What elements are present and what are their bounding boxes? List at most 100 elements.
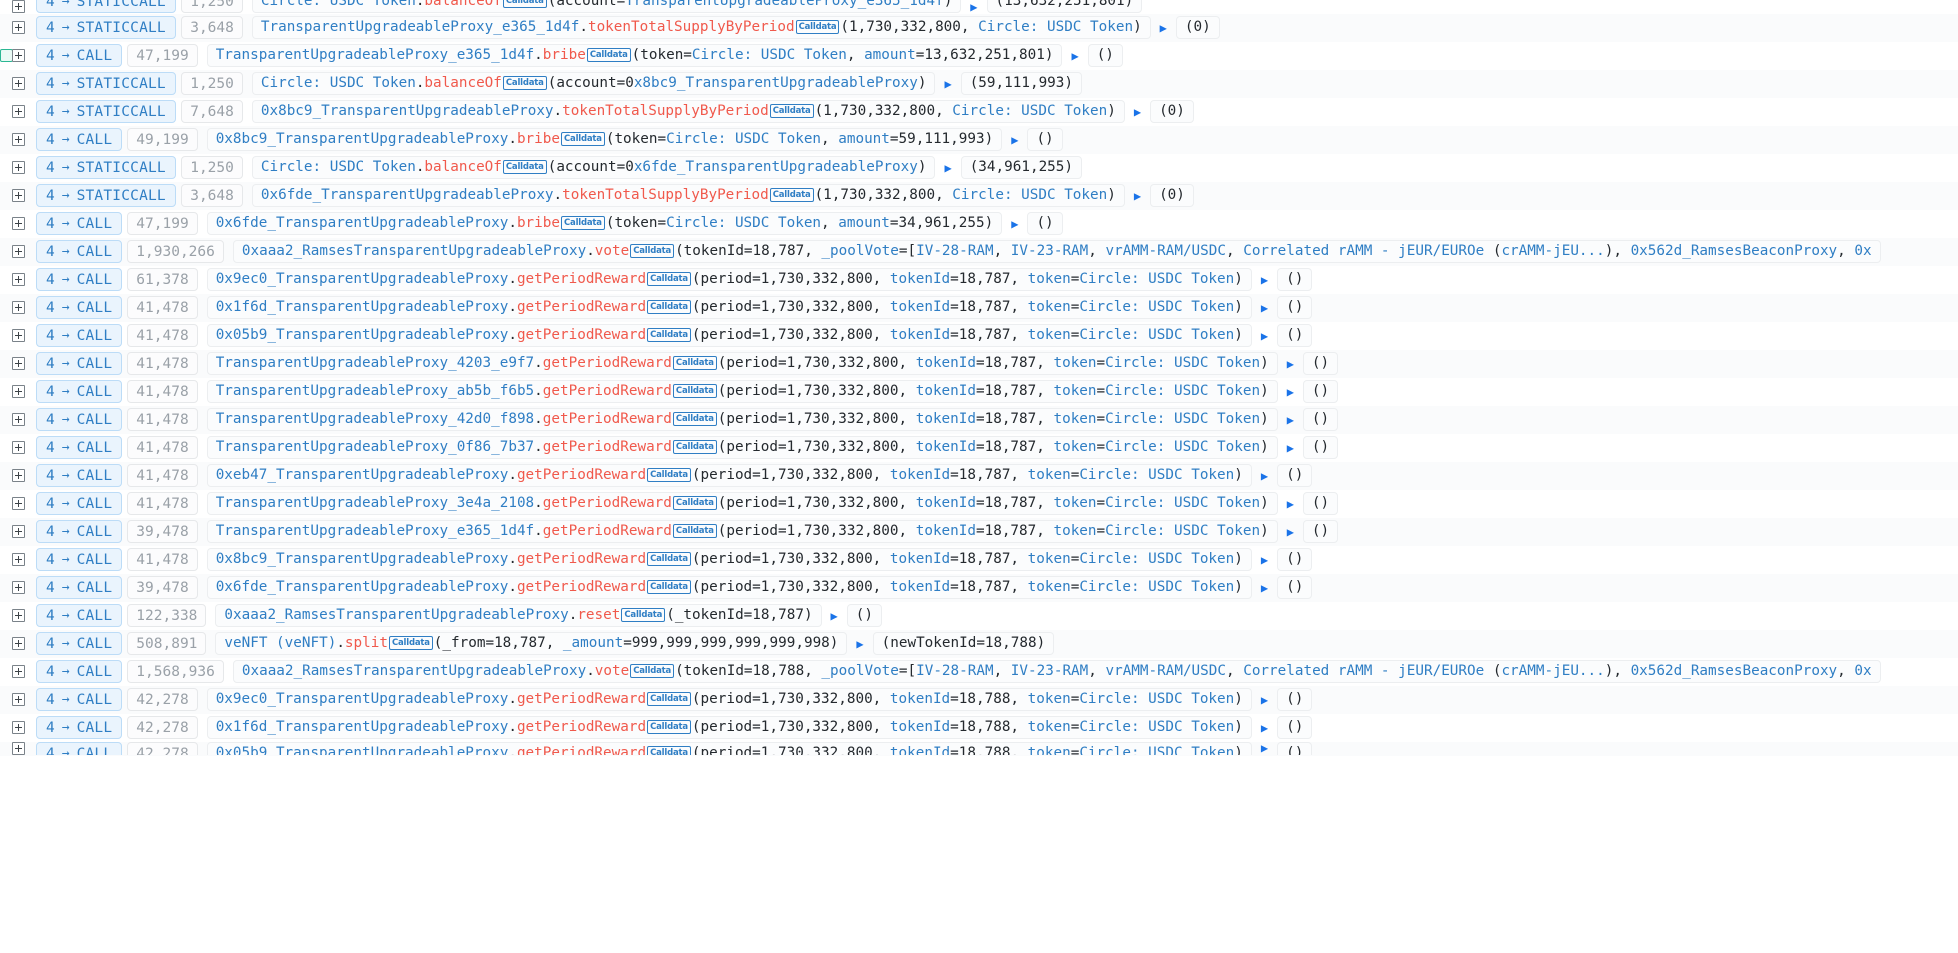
contract-name[interactable]: 0x1f6d_TransparentUpgradeableProxy	[216, 298, 509, 317]
return-value[interactable]: ()	[1277, 548, 1313, 571]
return-arrow-icon[interactable]: ▶	[944, 162, 951, 174]
call-expression[interactable]: 0x6fde_TransparentUpgradeableProxy. bribe…	[206, 212, 1003, 235]
contract-name[interactable]: TransparentUpgradeableProxy_0f86_7b37	[216, 438, 534, 457]
calldata-badge[interactable]: Calldata	[630, 243, 675, 258]
contract-name[interactable]: 0x6fde_TransparentUpgradeableProxy	[216, 578, 509, 597]
trace-row[interactable]: 4 → CALL 122,338 0xaaa2_RamsesTransparentUpg…	[0, 602, 1958, 630]
call-type-pill[interactable]: 4 → CALL	[36, 548, 123, 571]
trace-row[interactable]: 4 → CALL 41,478 0x05b9_TransparentUpgradeabl…	[0, 322, 1958, 350]
method-name[interactable]: bribe	[517, 130, 560, 149]
return-arrow-icon[interactable]: ▶	[1261, 722, 1268, 734]
plus-square-icon[interactable]	[12, 357, 25, 370]
call-expression[interactable]: veNFT (veNFT). split Calldata (_from=18,787…	[215, 632, 848, 655]
plus-square-icon[interactable]	[12, 329, 25, 342]
contract-name[interactable]: Circle: USDC Token	[261, 0, 416, 11]
method-name[interactable]: getPeriodReward	[517, 744, 646, 755]
call-expression[interactable]: TransparentUpgradeableProxy_4203_e9f7. ge…	[206, 352, 1278, 375]
calldata-badge[interactable]: Calldata	[621, 607, 666, 622]
call-type-pill[interactable]: 4 → CALL	[36, 716, 123, 739]
return-value[interactable]: ()	[1277, 576, 1313, 599]
calldata-badge[interactable]: Calldata	[647, 299, 691, 314]
trace-row[interactable]: 4 → CALL 41,478 TransparentUpgradeableProxy_…	[0, 434, 1958, 462]
return-value[interactable]: ()	[1302, 352, 1339, 375]
return-arrow-icon[interactable]: ▶	[1287, 358, 1294, 370]
return-arrow-icon[interactable]: ▶	[1261, 274, 1268, 286]
calldata-badge[interactable]: Calldata	[672, 523, 717, 538]
return-arrow-icon[interactable]: ▶	[1287, 526, 1294, 538]
return-arrow-icon[interactable]: ▶	[1261, 470, 1268, 482]
return-arrow-icon[interactable]: ▶	[1287, 442, 1294, 454]
call-type-pill[interactable]: 4 → CALL	[36, 380, 123, 403]
return-arrow-icon[interactable]: ▶	[1134, 106, 1141, 118]
trace-row[interactable]: 4 → CALL 47,199 TransparentUpgradeableProxy_…	[0, 42, 1958, 70]
plus-square-icon[interactable]	[12, 217, 25, 230]
calldata-badge[interactable]: Calldata	[502, 0, 547, 8]
plus-square-icon[interactable]	[12, 665, 25, 678]
return-value[interactable]: ()	[1277, 296, 1313, 319]
contract-name[interactable]: 0x8bc9_TransparentUpgradeableProxy	[216, 550, 509, 569]
return-value[interactable]: (0)	[1175, 16, 1220, 39]
call-expression[interactable]: Circle: USDC Token. balanceOf Calldata (acc…	[251, 156, 936, 179]
return-value[interactable]: ()	[1277, 688, 1313, 711]
contract-name[interactable]: 0x1f6d_TransparentUpgradeableProxy	[216, 718, 509, 737]
trace-row[interactable]: 4 → CALL 61,378 0x9ec0_TransparentUpgradeabl…	[0, 266, 1958, 294]
call-type-pill[interactable]: 4 → CALL	[36, 296, 123, 319]
plus-square-icon[interactable]	[12, 413, 25, 426]
trace-row[interactable]: 4 → CALL 39,478 TransparentUpgradeableProxy_…	[0, 518, 1958, 546]
return-arrow-icon[interactable]: ▶	[1287, 414, 1294, 426]
plus-square-icon[interactable]	[12, 637, 25, 650]
method-name[interactable]: getPeriodReward	[543, 438, 672, 457]
call-expression[interactable]: TransparentUpgradeableProxy_3e4a_2108. ge…	[206, 492, 1278, 515]
contract-name[interactable]: 0xaaa2_RamsesTransparentUpgradeableProxy	[242, 662, 586, 681]
trace-row[interactable]: 4 → CALL 1,568,936 0xaaa2_RamsesTransparentU…	[0, 658, 1958, 686]
plus-square-icon[interactable]	[12, 553, 25, 566]
plus-square-icon[interactable]	[12, 301, 25, 314]
call-expression[interactable]: Circle: USDC Token. balanceOf Calldata (acc…	[251, 72, 936, 95]
call-expression[interactable]: 0x9ec0_TransparentUpgradeableProxy. getPe…	[206, 268, 1252, 291]
calldata-badge[interactable]: Calldata	[586, 47, 631, 62]
trace-row[interactable]: 4 → STATICCALL 3,648 0x6fde_TransparentUpgra…	[0, 182, 1958, 210]
call-type-pill[interactable]: 4 → CALL	[36, 268, 123, 291]
call-type-pill[interactable]: 4 → CALL	[36, 632, 123, 655]
return-value[interactable]: (13,632,251,801)	[986, 0, 1143, 13]
method-name[interactable]: getPeriodReward	[543, 354, 672, 373]
method-name[interactable]: reset	[577, 606, 620, 625]
contract-name[interactable]: TransparentUpgradeableProxy_4203_e9f7	[216, 354, 534, 373]
contract-name[interactable]: 0xaaa2_RamsesTransparentUpgradeableProxy	[224, 606, 568, 625]
return-value[interactable]: ()	[1302, 408, 1339, 431]
return-value[interactable]: (59,111,993)	[960, 72, 1082, 95]
return-arrow-icon[interactable]: ▶	[1261, 742, 1268, 754]
trace-row[interactable]: 4 → CALL 41,478 TransparentUpgradeableProxy_…	[0, 378, 1958, 406]
return-value[interactable]: ()	[1302, 380, 1339, 403]
method-name[interactable]: getPeriodReward	[543, 494, 672, 513]
calldata-badge[interactable]: Calldata	[647, 327, 691, 342]
trace-row[interactable]: 4 → STATICCALL 1,250 Circle: USDC Token. bala…	[0, 70, 1958, 98]
return-arrow-icon[interactable]: ▶	[1160, 22, 1167, 34]
contract-name[interactable]: 0x9ec0_TransparentUpgradeableProxy	[216, 270, 509, 289]
method-name[interactable]: bribe	[517, 214, 560, 233]
return-arrow-icon[interactable]: ▶	[1261, 554, 1268, 566]
call-type-pill[interactable]: 4 → CALL	[36, 436, 123, 459]
method-name[interactable]: tokenTotalSupplyByPeriod	[562, 102, 769, 121]
return-arrow-icon[interactable]: ▶	[1261, 694, 1268, 706]
call-type-pill[interactable]: 4 → STATICCALL	[36, 100, 176, 123]
call-type-pill[interactable]: 4 → STATICCALL	[36, 184, 176, 207]
trace-row[interactable]: 4 → STATICCALL 3,648 TransparentUpgradeableP…	[0, 14, 1958, 42]
call-expression[interactable]: 0x05b9_TransparentUpgradeableProxy. getPe…	[206, 324, 1252, 347]
contract-name[interactable]: TransparentUpgradeableProxy_e365_1d4f	[216, 522, 534, 541]
call-expression[interactable]: TransparentUpgradeableProxy_ab5b_f6b5. ge…	[206, 380, 1278, 403]
trace-row[interactable]: 4 → STATICCALL 1,250 Circle: USDC Token. bala…	[0, 154, 1958, 182]
return-value[interactable]: ()	[1302, 492, 1339, 515]
call-type-pill[interactable]: 4 → CALL	[36, 44, 123, 67]
trace-row[interactable]: 4 → CALL 47,199 0x6fde_TransparentUpgradeabl…	[0, 210, 1958, 238]
trace-row[interactable]: 4 → CALL 41,478 TransparentUpgradeableProxy_…	[0, 490, 1958, 518]
return-value[interactable]: (newTokenId=18,788)	[872, 632, 1055, 655]
trace-row[interactable]: 4 → CALL 42,278 0x05b9_TransparentUpgradeabl…	[0, 742, 1958, 756]
return-value[interactable]: ()	[1277, 268, 1313, 291]
return-value[interactable]: (0)	[1150, 184, 1194, 207]
call-type-pill[interactable]: 4 → STATICCALL	[36, 156, 176, 179]
call-expression[interactable]: Circle: USDC Token. balanceOf Calldata (acc…	[251, 0, 962, 13]
call-expression[interactable]: TransparentUpgradeableProxy_e365_1d4f. ge…	[206, 520, 1278, 543]
plus-square-icon[interactable]	[12, 105, 25, 118]
contract-name[interactable]: 0x9ec0_TransparentUpgradeableProxy	[216, 690, 509, 709]
